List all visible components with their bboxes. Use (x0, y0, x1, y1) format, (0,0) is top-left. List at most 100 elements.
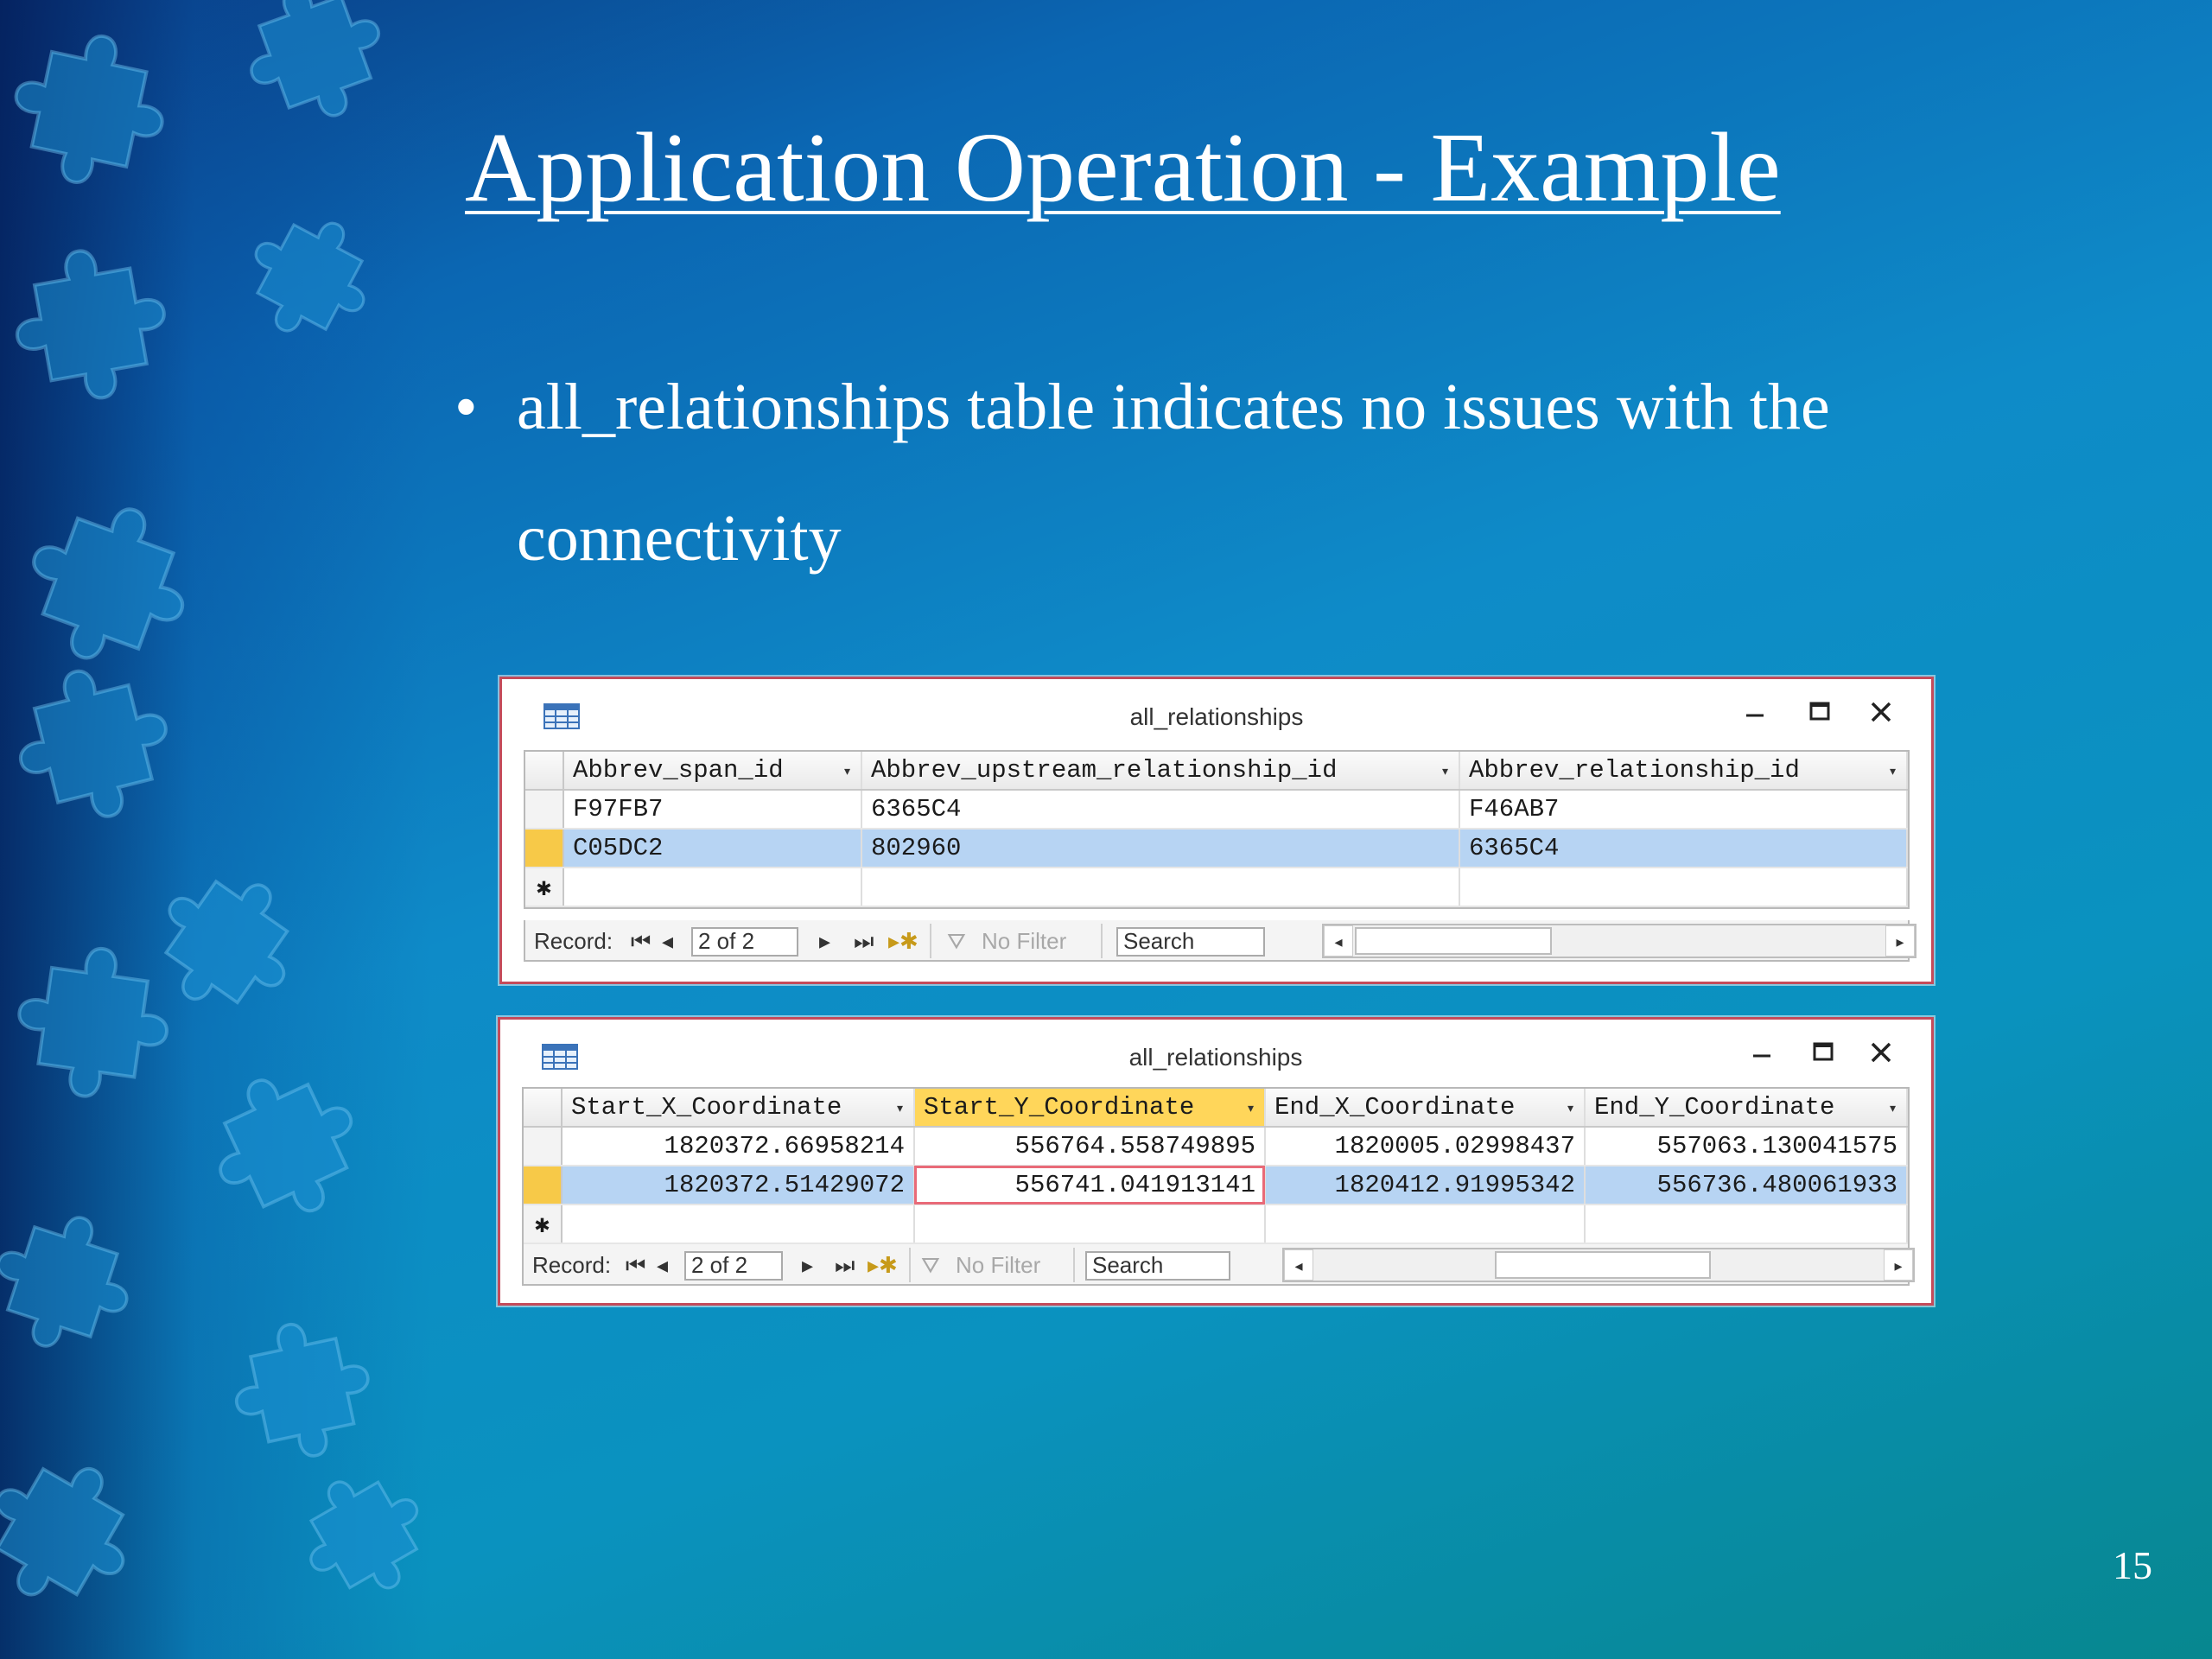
close-icon[interactable] (1864, 695, 1898, 729)
table-row-selected[interactable]: C05DC2 802960 6365C4 (525, 829, 1908, 868)
table-cell[interactable]: F46AB7 (1459, 790, 1908, 830)
select-all-cell[interactable] (524, 1089, 563, 1128)
datasheet-window-2[interactable]: all_relationships Start_X_Coordinate ▾ St… (498, 1017, 1934, 1306)
divider (909, 1248, 911, 1282)
select-all-cell[interactable] (525, 752, 564, 791)
table-cell[interactable]: 6365C4 (1459, 829, 1908, 868)
table-cell[interactable]: F97FB7 (563, 790, 862, 830)
table-cell[interactable] (1265, 1205, 1586, 1244)
maximize-icon[interactable] (1805, 1035, 1840, 1070)
scroll-right-icon[interactable]: ▸ (1884, 1249, 1913, 1281)
search-input[interactable]: Search (1116, 927, 1265, 957)
dropdown-arrow-icon[interactable]: ▾ (1888, 1099, 1897, 1118)
column-header[interactable]: Start_X_Coordinate ▾ (562, 1089, 915, 1128)
datasheet-grid[interactable]: Start_X_Coordinate ▾ Start_Y_Coordinate ▾ … (522, 1087, 1910, 1246)
filter-icon[interactable]: ⛛ (947, 927, 966, 955)
coordinates-table[interactable]: Start_X_Coordinate ▾ Start_Y_Coordinate ▾ … (524, 1089, 1908, 1244)
new-record-icon[interactable]: ▸✱ (868, 1251, 898, 1279)
table-cell[interactable]: 1820372.66958214 (562, 1127, 915, 1166)
row-selector[interactable] (524, 1166, 563, 1205)
table-cell[interactable]: 556736.480061933 (1585, 1166, 1908, 1205)
next-record-icon[interactable]: ▸ (819, 927, 830, 955)
next-record-icon[interactable]: ▸ (802, 1251, 813, 1279)
horizontal-scrollbar[interactable]: ◂ ▸ (1322, 924, 1916, 958)
new-record-row[interactable]: ✱ (524, 1205, 1908, 1244)
column-header-label: Start_X_Coordinate (571, 1093, 842, 1122)
first-record-icon[interactable]: ⏮ (626, 1251, 645, 1279)
first-record-icon[interactable]: ⏮ (631, 927, 651, 955)
row-selector[interactable] (525, 829, 564, 868)
dropdown-arrow-icon[interactable]: ▾ (1888, 762, 1897, 781)
table-cell[interactable]: 556764.558749895 (914, 1127, 1266, 1166)
scrollbar-thumb[interactable] (1355, 927, 1552, 955)
column-header-label: End_X_Coordinate (1274, 1093, 1516, 1122)
table-cell[interactable] (1585, 1205, 1908, 1244)
no-filter-button[interactable]: No Filter (982, 927, 1066, 955)
table-row-selected[interactable]: 1820372.51429072 556741.041913141 182041… (524, 1166, 1908, 1205)
minimize-icon[interactable] (1745, 1035, 1779, 1070)
column-header-label: Abbrev_upstream_relationship_id (871, 756, 1338, 785)
table-cell[interactable]: 802960 (861, 829, 1460, 868)
no-filter-button[interactable]: No Filter (956, 1251, 1040, 1279)
new-record-icon: ✱ (525, 868, 564, 907)
table-row[interactable]: 1820372.66958214 556764.558749895 182000… (524, 1127, 1908, 1166)
table-cell[interactable]: 557063.130041575 (1585, 1127, 1908, 1166)
scroll-right-icon[interactable]: ▸ (1885, 925, 1915, 957)
window-titlebar[interactable]: all_relationships (502, 679, 1931, 750)
close-icon[interactable] (1864, 1035, 1898, 1070)
table-cell[interactable]: 1820372.51429072 (562, 1166, 915, 1205)
dropdown-arrow-icon[interactable]: ▾ (842, 762, 852, 781)
table-row[interactable]: F97FB7 6365C4 F46AB7 (525, 790, 1908, 830)
column-header[interactable]: Abbrev_upstream_relationship_id ▾ (861, 752, 1460, 791)
dropdown-arrow-icon[interactable]: ▾ (1246, 1099, 1255, 1118)
bullet-glyph: • (454, 371, 478, 443)
table-cell[interactable] (563, 868, 862, 907)
relationships-table[interactable]: Abbrev_span_id ▾ Abbrev_upstream_relation… (525, 752, 1908, 907)
table-cell[interactable] (1459, 868, 1908, 907)
table-cell[interactable] (914, 1205, 1266, 1244)
active-cell[interactable]: 556741.041913141 (914, 1166, 1266, 1205)
table-cell[interactable] (861, 868, 1460, 907)
scrollbar-thumb[interactable] (1495, 1251, 1711, 1279)
previous-record-icon[interactable]: ◂ (657, 1251, 668, 1279)
new-record-icon[interactable]: ▸✱ (888, 927, 918, 955)
scroll-left-icon[interactable]: ◂ (1324, 925, 1353, 957)
datasheet-grid[interactable]: Abbrev_span_id ▾ Abbrev_upstream_relation… (524, 750, 1910, 909)
search-input[interactable]: Search (1085, 1251, 1230, 1281)
last-record-icon[interactable]: ⏭ (835, 1251, 855, 1279)
previous-record-icon[interactable]: ◂ (662, 927, 673, 955)
current-record-input[interactable]: 2 of 2 (684, 1251, 783, 1281)
current-record-input[interactable]: 2 of 2 (691, 927, 798, 957)
datasheet-window-1[interactable]: all_relationships Abbrev_span_id ▾ Abbrev… (499, 677, 1934, 984)
horizontal-scrollbar[interactable]: ◂ ▸ (1282, 1248, 1915, 1282)
table-cell[interactable]: 1820412.91995342 (1265, 1166, 1586, 1205)
new-record-row[interactable]: ✱ (525, 868, 1908, 907)
bullet-text: all_relationships table indicates no iss… (517, 371, 1830, 575)
minimize-icon[interactable] (1738, 695, 1772, 729)
column-header[interactable]: End_Y_Coordinate ▾ (1585, 1089, 1908, 1128)
maximize-icon[interactable] (1802, 695, 1836, 729)
table-cell[interactable]: 6365C4 (861, 790, 1460, 830)
column-header-highlighted[interactable]: Start_Y_Coordinate ▾ (914, 1089, 1266, 1128)
dropdown-arrow-icon[interactable]: ▾ (1440, 762, 1450, 781)
table-cell[interactable]: C05DC2 (563, 829, 862, 868)
table-cell[interactable] (562, 1205, 915, 1244)
window-titlebar[interactable]: all_relationships (500, 1020, 1931, 1090)
record-navigation-bar: Record: ⏮ ◂ 2 of 2 ▸ ⏭ ▸✱ ⛛ No Filter Se… (524, 920, 1916, 962)
dropdown-arrow-icon[interactable]: ▾ (1566, 1099, 1575, 1118)
row-selector[interactable] (525, 790, 564, 830)
window-title: all_relationships (1128, 1044, 1303, 1071)
column-header[interactable]: End_X_Coordinate ▾ (1265, 1089, 1586, 1128)
column-header[interactable]: Abbrev_span_id ▾ (563, 752, 862, 791)
slide-number: 15 (2113, 1543, 2152, 1587)
header-row: Abbrev_span_id ▾ Abbrev_upstream_relation… (525, 752, 1908, 791)
dropdown-arrow-icon[interactable]: ▾ (895, 1099, 905, 1118)
column-header[interactable]: Abbrev_relationship_id ▾ (1459, 752, 1908, 791)
column-header-label: Abbrev_span_id (573, 756, 784, 785)
new-record-icon: ✱ (524, 1205, 563, 1244)
row-selector[interactable] (524, 1127, 563, 1166)
last-record-icon[interactable]: ⏭ (854, 927, 874, 955)
table-cell[interactable]: 1820005.02998437 (1265, 1127, 1586, 1166)
scroll-left-icon[interactable]: ◂ (1284, 1249, 1313, 1281)
filter-icon[interactable]: ⛛ (921, 1251, 940, 1279)
